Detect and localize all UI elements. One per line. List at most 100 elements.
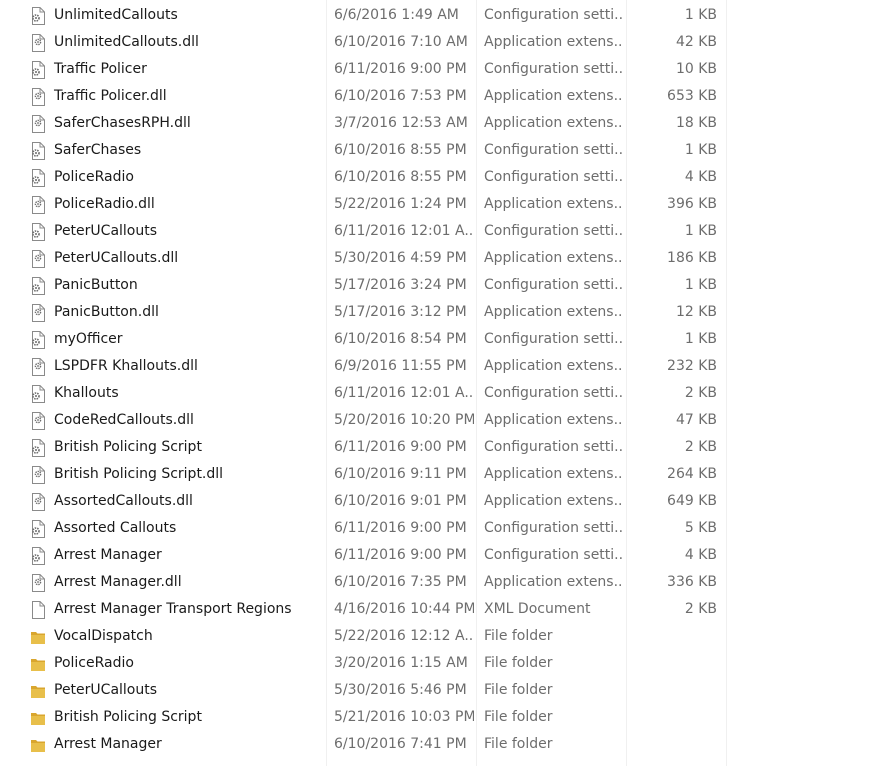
config-icon [30,331,46,349]
date-modified: 6/11/2016 9:00 PM [334,61,467,77]
file-size: 186 KB [667,250,717,266]
folder-icon [30,736,46,754]
file-row[interactable]: Arrest Manager 6/11/2016 9:00 PM Configura… [0,542,894,569]
config-icon [30,61,46,79]
file-name: British Policing Script [54,709,202,725]
file-row[interactable]: Khallouts 6/11/2016 12:01 A... Configurati… [0,380,894,407]
file-size: 12 KB [675,304,717,320]
config-icon [30,547,46,565]
file-type: Application extens... [484,196,624,212]
folder-icon [30,709,46,727]
file-size: 1 KB [684,142,717,158]
column-divider[interactable] [726,0,727,766]
file-name: AssortedCallouts.dll [54,493,193,509]
file-size: 1 KB [684,277,717,293]
file-row[interactable]: myOfficer 6/10/2016 8:54 PM Configuration … [0,326,894,353]
date-modified: 3/7/2016 12:53 AM [334,115,468,131]
file-name: PanicButton.dll [54,304,159,320]
folder-row[interactable]: British Policing Script 5/21/2016 10:03 P… [0,704,894,731]
config-icon [30,7,46,25]
dll-icon [30,304,46,322]
dll-icon [30,34,46,52]
date-modified: 6/9/2016 11:55 PM [334,358,467,374]
file-size: 396 KB [667,196,717,212]
file-row[interactable]: LSPDFR Khallouts.dll 6/9/2016 11:55 PM App… [0,353,894,380]
file-type: Application extens... [484,88,624,104]
file-size: 5 KB [684,520,717,536]
file-row[interactable]: British Policing Script.dll 6/10/2016 9:1… [0,461,894,488]
file-size: 10 KB [675,61,717,77]
file-type: Configuration setti... [484,61,624,77]
file-row[interactable]: PeterUCallouts.dll 5/30/2016 4:59 PM Appli… [0,245,894,272]
file-size: 336 KB [667,574,717,590]
file-name: Assorted Callouts [54,520,177,536]
date-modified: 6/11/2016 9:00 PM [334,439,467,455]
folder-icon [30,655,46,673]
file-type: Application extens... [484,574,624,590]
dll-icon [30,250,46,268]
file-type: Configuration setti... [484,331,624,347]
date-modified: 6/10/2016 8:54 PM [334,331,467,347]
dll-icon [30,358,46,376]
file-row[interactable]: Arrest Manager.dll 6/10/2016 7:35 PM Appli… [0,569,894,596]
dll-icon [30,412,46,430]
file-row[interactable]: PanicButton.dll 5/17/2016 3:12 PM Applicat… [0,299,894,326]
file-name: British Policing Script.dll [54,466,224,482]
file-name: UnlimitedCallouts [54,7,178,23]
date-modified: 5/17/2016 3:12 PM [334,304,467,320]
file-row[interactable]: PanicButton 5/17/2016 3:24 PM Configuratio… [0,272,894,299]
file-name: Arrest Manager.dll [54,574,182,590]
file-type: Configuration setti... [484,223,624,239]
file-name: Traffic Policer.dll [54,88,167,104]
file-row[interactable]: PoliceRadio.dll 5/22/2016 1:24 PM Applicat… [0,191,894,218]
config-icon [30,223,46,241]
file-row[interactable]: UnlimitedCallouts 6/6/2016 1:49 AM Configu… [0,2,894,29]
file-row[interactable]: PeterUCallouts 6/11/2016 12:01 A... Config… [0,218,894,245]
file-row[interactable]: Traffic Policer 6/11/2016 9:00 PM Configur… [0,56,894,83]
file-name: Traffic Policer [54,61,147,77]
file-row[interactable]: SaferChases 6/10/2016 8:55 PM Configuratio… [0,137,894,164]
config-icon [30,520,46,538]
file-row[interactable]: Assorted Callouts 6/11/2016 9:00 PM Config… [0,515,894,542]
file-type: File folder [484,736,553,752]
config-icon [30,142,46,160]
file-row[interactable]: Traffic Policer.dll 6/10/2016 7:53 PM Appl… [0,83,894,110]
dll-icon [30,88,46,106]
dll-icon [30,574,46,592]
folder-row[interactable]: PoliceRadio 3/20/2016 1:15 AM File folder [0,650,894,677]
file-row[interactable]: Arrest Manager Transport Regions 4/16/201… [0,596,894,623]
dll-icon [30,196,46,214]
folder-row[interactable]: Arrest Manager 6/10/2016 7:41 PM File fold… [0,731,894,758]
file-row[interactable]: British Policing Script 6/11/2016 9:00 PM… [0,434,894,461]
date-modified: 6/10/2016 7:10 AM [334,34,468,50]
file-type: Configuration setti... [484,547,624,563]
file-row[interactable]: PoliceRadio 6/10/2016 8:55 PM Configuratio… [0,164,894,191]
file-name: PoliceRadio.dll [54,196,155,212]
file-row[interactable]: UnlimitedCallouts.dll 6/10/2016 7:10 AM Ap… [0,29,894,56]
column-divider[interactable] [626,0,627,766]
file-name: SaferChases [54,142,142,158]
folder-row[interactable]: VocalDispatch 5/22/2016 12:12 A... File fo… [0,623,894,650]
file-type: File folder [484,682,553,698]
file-row[interactable]: SaferChasesRPH.dll 3/7/2016 12:53 AM Appli… [0,110,894,137]
file-row[interactable]: CodeRedCallouts.dll 5/20/2016 10:20 PM App… [0,407,894,434]
folder-row[interactable]: PeterUCallouts 5/30/2016 5:46 PM File fold… [0,677,894,704]
column-divider[interactable] [326,0,327,766]
file-name: PoliceRadio [54,169,134,185]
file-size: 4 KB [684,169,717,185]
date-modified: 5/20/2016 10:20 PM [334,412,474,428]
file-name: Khallouts [54,385,119,401]
dll-icon [30,115,46,133]
file-row[interactable]: AssortedCallouts.dll 6/10/2016 9:01 PM App… [0,488,894,515]
file-list: UnlimitedCallouts 6/6/2016 1:49 AM Configu… [0,2,894,758]
file-type: Configuration setti... [484,385,624,401]
file-type: Application extens... [484,358,624,374]
file-name: myOfficer [54,331,123,347]
config-icon [30,277,46,295]
file-type: File folder [484,655,553,671]
dll-icon [30,466,46,484]
date-modified: 6/10/2016 7:41 PM [334,736,467,752]
file-size: 653 KB [667,88,717,104]
file-name: British Policing Script [54,439,202,455]
column-divider[interactable] [476,0,477,766]
